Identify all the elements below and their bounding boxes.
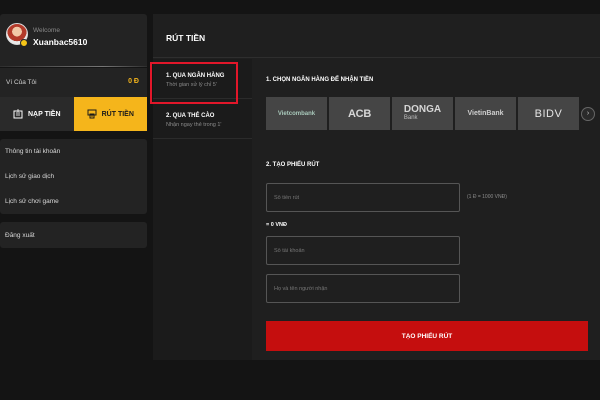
tab-bank-subtitle: Thời gian xử lý chỉ 5' <box>166 82 217 88</box>
bank-list: Vietcombank ACB DONGA Bank VietinBank BI… <box>266 97 595 130</box>
amount-field[interactable] <box>266 183 460 212</box>
logout-button[interactable]: Đăng xuất <box>0 222 147 248</box>
menu-item-transaction-history[interactable]: Lịch sử giao dịch <box>0 164 147 189</box>
tab-bank[interactable]: 1. QUA NGÂN HÀNG Thời gian xử lý chỉ 5' <box>153 59 252 99</box>
wallet-row: Ví Của Tôi 0 Đ <box>0 68 147 97</box>
tab-card-title: 2. QUA THẺ CÀO <box>166 113 215 119</box>
recipient-name-input[interactable] <box>274 275 459 302</box>
section-create-slip: 2. TẠO PHIẾU RÚT <box>266 162 320 168</box>
withdraw-panel: RÚT TIỀN 1. QUA NGÂN HÀNG Thời gian xử l… <box>153 14 600 360</box>
amount-input[interactable] <box>274 184 459 211</box>
panel-header: RÚT TIỀN <box>153 14 600 58</box>
wallet-label: Ví Của Tôi <box>6 79 37 86</box>
bank-acb-label: ACB <box>348 107 371 120</box>
bank-vietinbank-label: VietinBank <box>467 110 504 117</box>
withdraw-label: RÚT TIỀN <box>101 110 134 118</box>
exchange-rate-note: (1 Đ = 1000 VNĐ) <box>467 194 507 200</box>
tab-card-subtitle: Nhận ngay thẻ trong 1' <box>166 122 222 128</box>
account-sidebar: Welcome Xuanbac5610 Ví Của Tôi 0 Đ NẠP T… <box>0 14 147 248</box>
withdraw-button[interactable]: RÚT TIỀN <box>73 97 147 131</box>
section-choose-bank: 1. CHỌN NGÂN HÀNG ĐỂ NHẬN TIỀN <box>266 77 374 83</box>
user-card: Welcome Xuanbac5610 <box>0 14 147 67</box>
create-slip-button[interactable]: TẠO PHIẾU RÚT <box>266 321 588 351</box>
withdraw-icon <box>87 109 97 119</box>
page-title: RÚT TIỀN <box>166 33 206 43</box>
divider <box>0 66 147 67</box>
deposit-label: NẠP TIỀN <box>27 110 61 118</box>
recipient-name-field[interactable] <box>266 274 460 303</box>
bank-donga[interactable]: DONGA Bank <box>392 97 453 130</box>
menu-item-game-history[interactable]: Lịch sử chơi game <box>0 189 147 214</box>
bank-bidv-label: BIDV <box>534 107 563 120</box>
deposit-button[interactable]: NẠP TIỀN <box>0 97 74 131</box>
account-number-input[interactable] <box>274 237 459 264</box>
bank-donga-label: DONGA Bank <box>403 103 442 123</box>
bank-donga-sub: Bank <box>403 114 418 121</box>
tab-bank-title: 1. QUA NGÂN HÀNG <box>166 73 225 79</box>
welcome-text: Welcome <box>33 27 60 34</box>
bank-vietinbank[interactable]: VietinBank <box>455 97 516 130</box>
bank-scroll: › <box>581 97 595 130</box>
withdraw-method-tabs: 1. QUA NGÂN HÀNG Thời gian xử lý chỉ 5' … <box>153 59 252 360</box>
menu-item-account-info[interactable]: Thông tin tài khoản <box>0 139 147 164</box>
wallet-actions: NẠP TIỀN RÚT TIỀN <box>0 97 147 131</box>
deposit-icon <box>13 109 23 119</box>
amount-vnd: = 0 VNĐ <box>266 222 287 228</box>
chevron-right-icon[interactable]: › <box>581 106 595 121</box>
bank-acb[interactable]: ACB <box>329 97 390 130</box>
tab-card[interactable]: 2. QUA THẺ CÀO Nhận ngay thẻ trong 1' <box>153 99 252 139</box>
bank-vietcombank[interactable]: Vietcombank <box>266 97 327 130</box>
account-number-field[interactable] <box>266 236 460 265</box>
bank-bidv[interactable]: BIDV <box>518 97 579 130</box>
bank-donga-name: DONGA <box>403 103 442 115</box>
bank-vietcombank-label: Vietcombank <box>277 110 316 117</box>
account-menu: Thông tin tài khoản Lịch sử giao dịch Lị… <box>0 139 147 214</box>
username: Xuanbac5610 <box>33 37 88 47</box>
wallet-balance: 0 Đ <box>128 78 139 85</box>
avatar-badge-icon <box>20 39 28 47</box>
